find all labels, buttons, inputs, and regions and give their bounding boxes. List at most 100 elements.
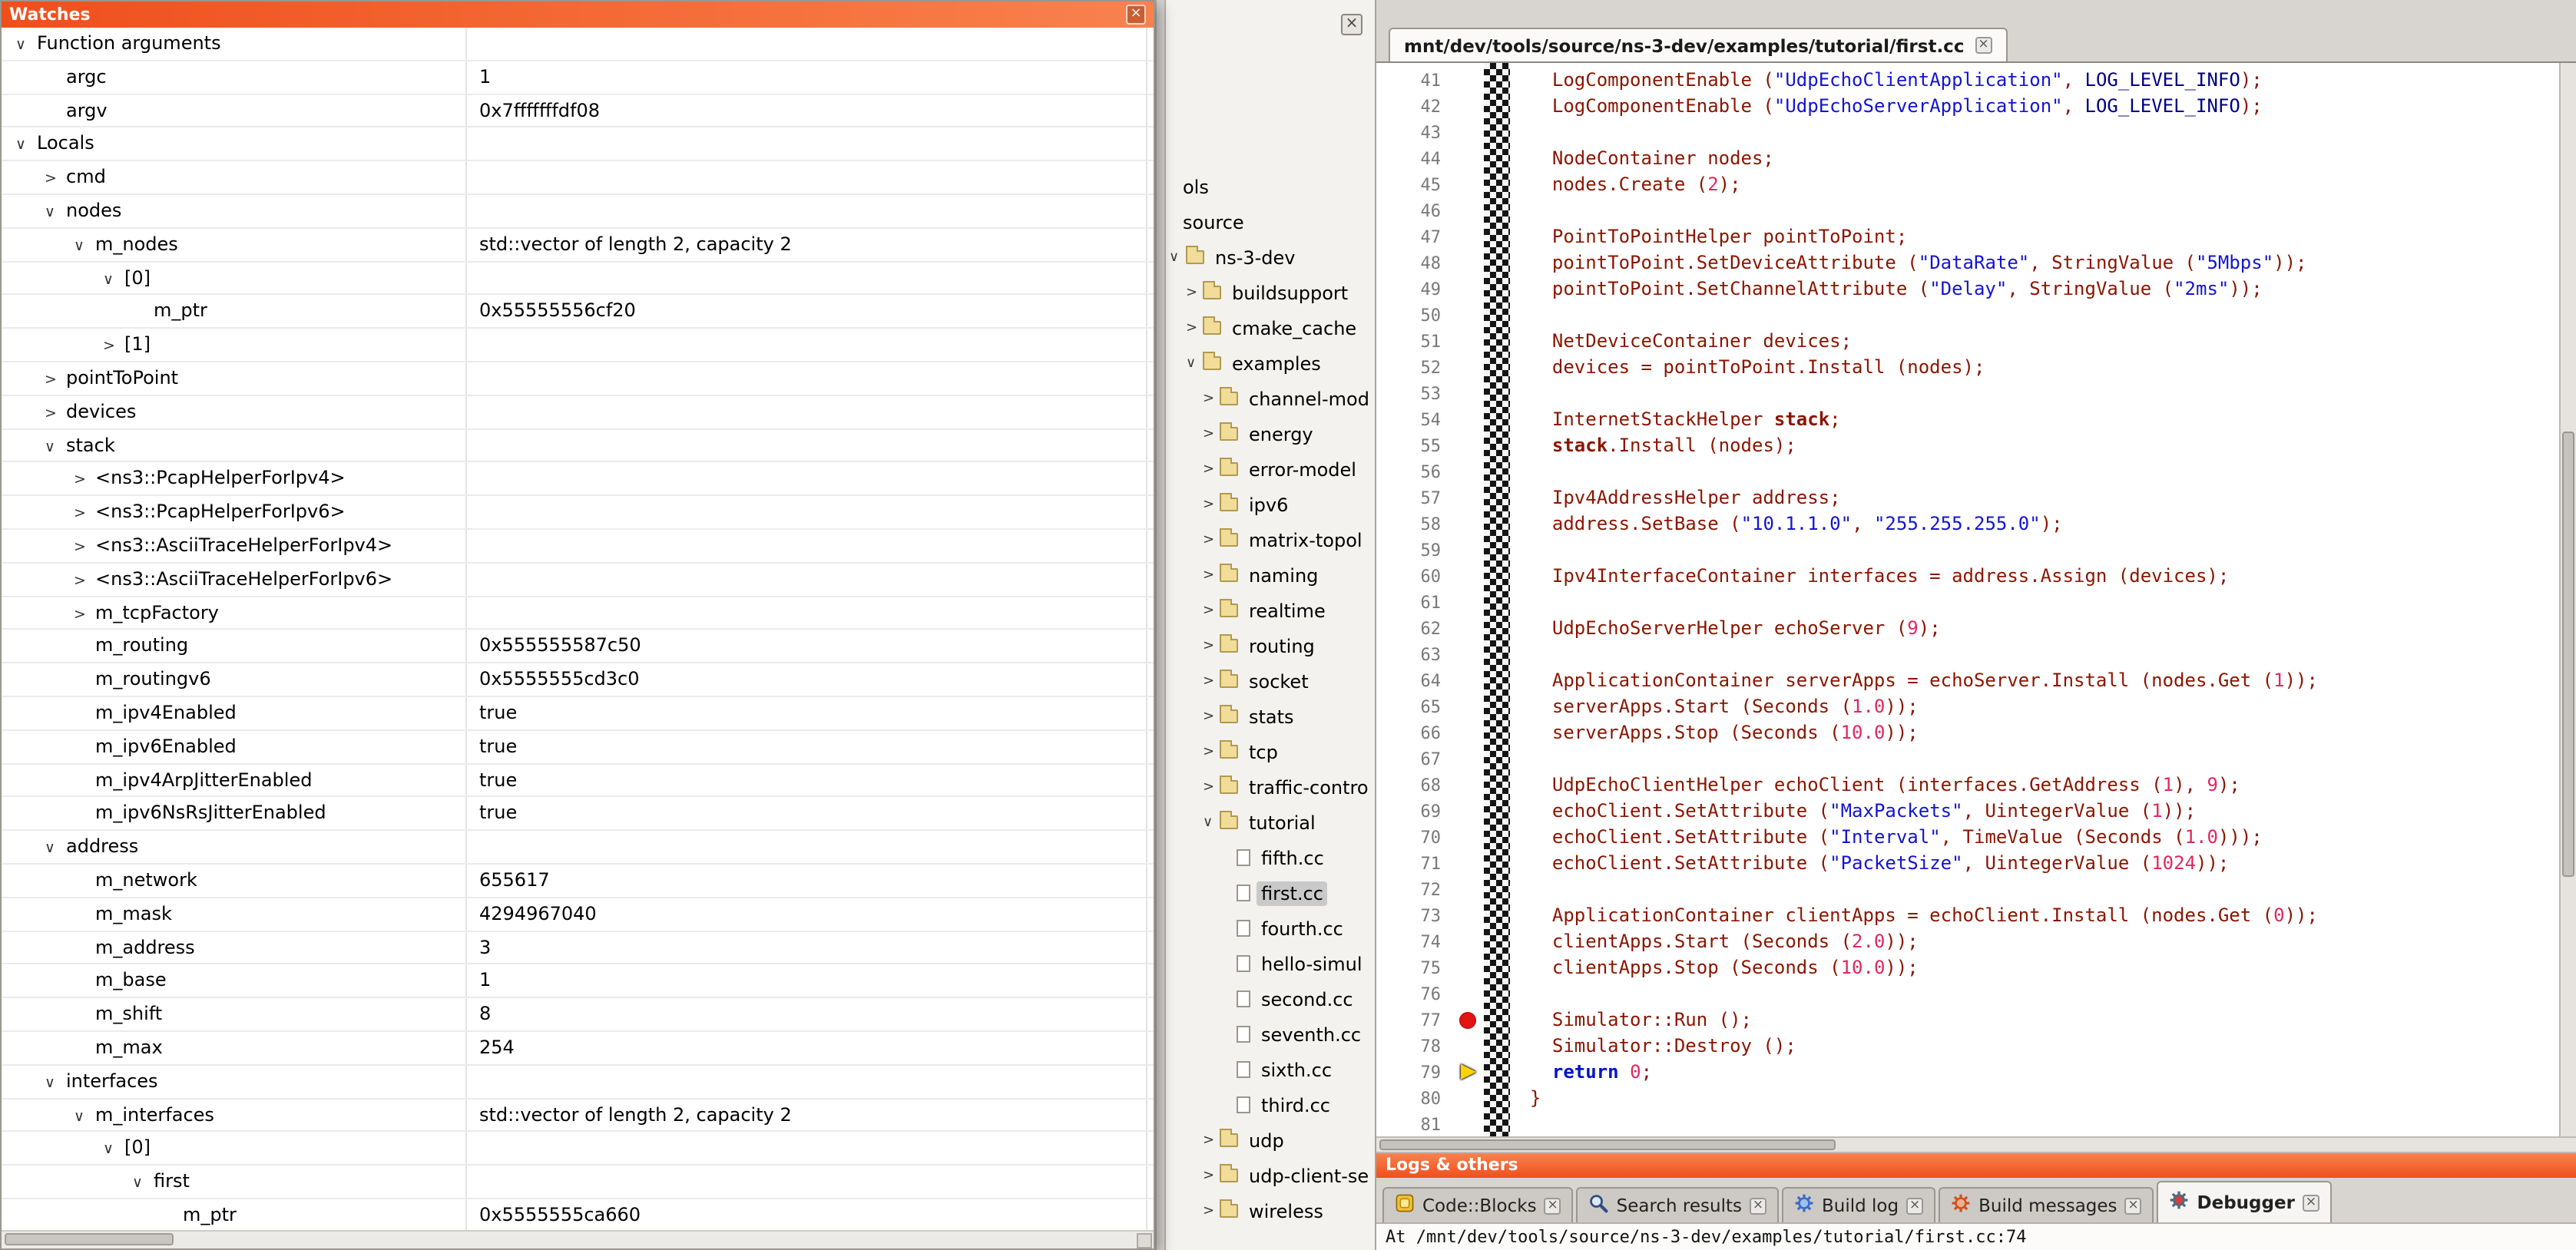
code-line[interactable]: 48 pointToPoint.SetDeviceAttribute ("Dat… bbox=[1376, 250, 2576, 276]
tree-item[interactable]: >socket bbox=[1166, 663, 1375, 699]
breakpoint-margin[interactable] bbox=[1453, 146, 1484, 172]
code-line[interactable]: 69 echoClient.SetAttribute ("MaxPackets"… bbox=[1376, 799, 2576, 825]
watch-row[interactable]: m_max254 bbox=[2, 1032, 1154, 1066]
code-line[interactable]: 51 NetDeviceContainer devices; bbox=[1376, 329, 2576, 355]
breakpoint-margin[interactable] bbox=[1453, 746, 1484, 772]
code-line[interactable]: 64 ApplicationContainer serverApps = ech… bbox=[1376, 668, 2576, 694]
breakpoint-margin[interactable] bbox=[1453, 511, 1484, 537]
tree-item[interactable]: >udp-client-se bbox=[1166, 1158, 1375, 1193]
breakpoint-margin[interactable] bbox=[1453, 564, 1484, 590]
breakpoint-margin[interactable] bbox=[1453, 433, 1484, 459]
watch-row[interactable]: >m_tcpFactory bbox=[2, 597, 1154, 630]
expand-arrow-icon[interactable]: > bbox=[74, 465, 95, 495]
expand-arrow-icon[interactable]: > bbox=[1203, 426, 1220, 441]
resize-grip[interactable] bbox=[1137, 1233, 1152, 1248]
code-line[interactable]: 55 stack.Install (nodes); bbox=[1376, 433, 2576, 459]
code-line[interactable]: 60 Ipv4InterfaceContainer interfaces = a… bbox=[1376, 564, 2576, 590]
code-line[interactable]: 77 Simulator::Run (); bbox=[1376, 1007, 2576, 1033]
breakpoint-margin[interactable] bbox=[1453, 198, 1484, 224]
breakpoint-margin[interactable] bbox=[1453, 1033, 1484, 1060]
watch-row[interactable]: m_ptr0x5555555ca660 bbox=[2, 1199, 1154, 1230]
tree-item[interactable]: ∨tutorial bbox=[1166, 805, 1375, 840]
collapse-arrow-icon[interactable]: ∨ bbox=[103, 263, 124, 294]
code-line[interactable]: 43 bbox=[1376, 120, 2576, 146]
code-line[interactable]: 47 PointToPointHelper pointToPoint; bbox=[1376, 224, 2576, 250]
watch-row[interactable]: >devices bbox=[2, 396, 1154, 430]
watches-titlebar[interactable]: Watches × bbox=[2, 2, 1154, 28]
expand-arrow-icon[interactable]: > bbox=[1203, 532, 1220, 547]
logs-tab-build-log[interactable]: Build log× bbox=[1782, 1187, 1935, 1222]
tree-item[interactable]: >matrix-topol bbox=[1166, 522, 1375, 557]
code-line[interactable]: 59 bbox=[1376, 537, 2576, 564]
editor-tab[interactable]: mnt/dev/tools/source/ns-3-dev/examples/t… bbox=[1389, 28, 2007, 61]
code-line[interactable]: 53 bbox=[1376, 381, 2576, 407]
breakpoint-margin[interactable] bbox=[1453, 329, 1484, 355]
close-icon[interactable]: × bbox=[1341, 14, 1362, 35]
tree-item[interactable]: first.cc bbox=[1166, 875, 1375, 911]
expand-arrow-icon[interactable]: > bbox=[1203, 567, 1220, 583]
collapse-arrow-icon[interactable]: ∨ bbox=[1186, 355, 1203, 371]
tab-close-icon[interactable]: × bbox=[1545, 1197, 1561, 1214]
code-line[interactable]: 67 bbox=[1376, 746, 2576, 772]
code-line[interactable]: 78 Simulator::Destroy (); bbox=[1376, 1033, 2576, 1060]
code-line[interactable]: 44 NodeContainer nodes; bbox=[1376, 146, 2576, 172]
watch-row[interactable]: >cmd bbox=[2, 161, 1154, 195]
watch-row[interactable]: m_ptr0x55555556cf20 bbox=[2, 296, 1154, 329]
collapse-arrow-icon[interactable]: ∨ bbox=[45, 1066, 66, 1097]
tree-item[interactable]: sixth.cc bbox=[1166, 1052, 1375, 1087]
watches-horizontal-scrollbar[interactable] bbox=[2, 1230, 1154, 1248]
breakpoint-margin[interactable] bbox=[1453, 772, 1484, 799]
breakpoint-margin[interactable] bbox=[1453, 929, 1484, 955]
expand-arrow-icon[interactable]: > bbox=[1203, 603, 1220, 618]
close-icon[interactable]: × bbox=[1126, 5, 1146, 25]
breakpoint-margin[interactable] bbox=[1453, 799, 1484, 825]
watch-row[interactable]: ><ns3::AsciiTraceHelperForIpv4> bbox=[2, 530, 1154, 564]
breakpoint-margin[interactable] bbox=[1453, 981, 1484, 1007]
expand-arrow-icon[interactable]: > bbox=[45, 163, 66, 193]
code-line[interactable]: 66 serverApps.Stop (Seconds (10.0)); bbox=[1376, 720, 2576, 746]
code-line[interactable]: 58 address.SetBase ("10.1.1.0", "255.255… bbox=[1376, 511, 2576, 537]
expand-arrow-icon[interactable]: > bbox=[1203, 638, 1220, 653]
tree-item[interactable]: ols bbox=[1166, 169, 1375, 204]
code-line[interactable]: 49 pointToPoint.SetChannelAttribute ("De… bbox=[1376, 276, 2576, 303]
tree-item[interactable]: >traffic-contro bbox=[1166, 769, 1375, 805]
watch-row[interactable]: ><ns3::PcapHelperForIpv6> bbox=[2, 496, 1154, 530]
code-line[interactable]: 54 InternetStackHelper stack; bbox=[1376, 407, 2576, 433]
watch-row[interactable]: m_shift8 bbox=[2, 998, 1154, 1032]
watch-row[interactable]: >pointToPoint bbox=[2, 362, 1154, 396]
code-line[interactable]: 76 bbox=[1376, 981, 2576, 1007]
breakpoint-margin[interactable] bbox=[1453, 877, 1484, 903]
breakpoint-margin[interactable] bbox=[1453, 485, 1484, 511]
expand-arrow-icon[interactable]: > bbox=[1203, 709, 1220, 724]
breakpoint-margin[interactable] bbox=[1453, 120, 1484, 146]
vertical-scrollbar[interactable] bbox=[2559, 63, 2576, 1136]
code-line[interactable]: 63 bbox=[1376, 642, 2576, 668]
expand-arrow-icon[interactable]: > bbox=[1203, 744, 1220, 759]
watch-row[interactable]: m_ipv6Enabledtrue bbox=[2, 730, 1154, 764]
breakpoint-margin[interactable] bbox=[1453, 250, 1484, 276]
tree-item[interactable]: >energy bbox=[1166, 416, 1375, 451]
breakpoint-margin[interactable] bbox=[1453, 381, 1484, 407]
tree-item[interactable]: >buildsupport bbox=[1166, 275, 1375, 310]
breakpoint-margin[interactable] bbox=[1453, 616, 1484, 642]
tree-item[interactable]: >wireless bbox=[1166, 1193, 1375, 1229]
watch-row[interactable]: m_base1 bbox=[2, 965, 1154, 999]
breakpoint-margin[interactable] bbox=[1453, 903, 1484, 929]
code-line[interactable]: 46 bbox=[1376, 198, 2576, 224]
breakpoint-margin[interactable] bbox=[1453, 1007, 1484, 1033]
watch-row[interactable]: ∨[0] bbox=[2, 262, 1154, 296]
breakpoint-margin[interactable] bbox=[1453, 172, 1484, 198]
tree-item[interactable]: >udp bbox=[1166, 1123, 1375, 1158]
collapse-arrow-icon[interactable]: ∨ bbox=[45, 197, 66, 227]
watch-row[interactable]: ∨[0] bbox=[2, 1133, 1154, 1166]
tree-item[interactable]: >ipv6 bbox=[1166, 487, 1375, 522]
logs-tab-code-blocks[interactable]: Code::Blocks× bbox=[1382, 1187, 1574, 1222]
tree-item[interactable]: source bbox=[1166, 204, 1375, 240]
tree-item[interactable]: third.cc bbox=[1166, 1087, 1375, 1123]
breakpoint-margin[interactable] bbox=[1453, 407, 1484, 433]
tree-item[interactable]: fourth.cc bbox=[1166, 911, 1375, 946]
expand-arrow-icon[interactable]: > bbox=[1203, 1133, 1220, 1148]
breakpoint-margin[interactable] bbox=[1453, 224, 1484, 250]
tree-item[interactable]: ∨ns-3-dev bbox=[1166, 240, 1375, 275]
tree-item[interactable]: hello-simul bbox=[1166, 946, 1375, 981]
